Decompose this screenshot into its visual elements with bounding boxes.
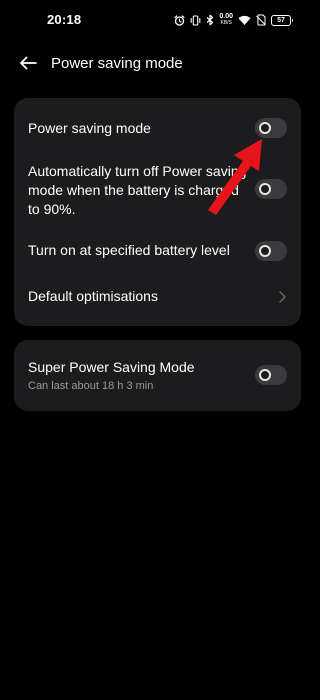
toggle-knob	[259, 369, 271, 381]
header: Power saving mode	[0, 44, 315, 82]
no-sim-icon	[256, 14, 266, 26]
default-optimisations-row[interactable]: Default optimisations	[14, 280, 301, 326]
super-power-saving-toggle[interactable]	[255, 365, 287, 385]
settings-card: Power saving mode Automatically turn off…	[14, 98, 301, 326]
default-optimisations-label: Default optimisations	[28, 288, 158, 304]
status-icons: 0.00 KB/S 57	[174, 12, 293, 28]
power-saving-mode-toggle[interactable]	[255, 118, 287, 138]
wifi-icon	[238, 15, 251, 25]
auto-turn-off-row[interactable]: Automatically turn off Power saving mode…	[14, 158, 301, 220]
back-arrow-icon	[20, 56, 37, 70]
network-speed: 0.00 KB/S	[219, 13, 233, 27]
network-speed-unit: KB/S	[220, 20, 232, 26]
auto-turn-off-toggle[interactable]	[255, 179, 287, 199]
super-power-saving-row[interactable]: Super Power Saving Mode Can last about 1…	[14, 340, 301, 411]
power-saving-mode-row[interactable]: Power saving mode	[14, 98, 301, 158]
battery-level: 57	[277, 16, 285, 24]
vibrate-icon	[191, 14, 201, 26]
network-speed-value: 0.00	[219, 13, 233, 20]
turn-on-at-level-row[interactable]: Turn on at specified battery level	[14, 220, 301, 280]
status-time: 20:18	[47, 12, 82, 27]
toggle-knob	[259, 183, 271, 195]
chevron-right-icon	[279, 291, 286, 303]
toggle-knob	[259, 245, 271, 257]
power-saving-mode-label: Power saving mode	[28, 120, 151, 136]
turn-on-at-level-toggle[interactable]	[255, 241, 287, 261]
super-power-saving-label: Super Power Saving Mode	[28, 359, 195, 375]
bluetooth-icon	[206, 14, 214, 26]
auto-turn-off-label: Automatically turn off Power saving mode…	[28, 163, 247, 217]
turn-on-at-level-label: Turn on at specified battery level	[28, 242, 230, 258]
page-title: Power saving mode	[51, 55, 183, 72]
super-power-saving-card: Super Power Saving Mode Can last about 1…	[14, 340, 301, 411]
battery-icon: 57	[271, 14, 293, 26]
back-button[interactable]	[16, 51, 40, 75]
alarm-icon	[174, 14, 185, 26]
toggle-knob	[259, 122, 271, 134]
status-bar: 20:18 0.00 KB/S 57	[0, 0, 315, 40]
super-power-saving-sublabel: Can last about 18 h 3 min	[28, 380, 154, 392]
